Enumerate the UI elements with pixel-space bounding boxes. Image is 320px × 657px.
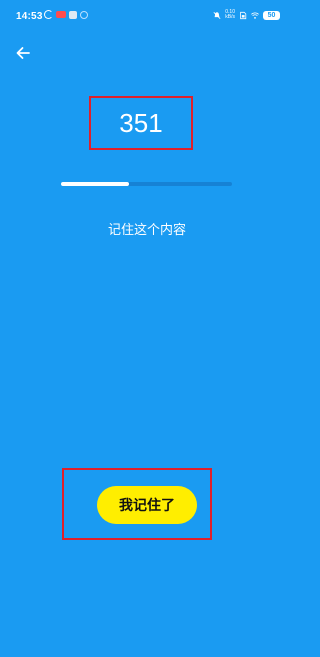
remembered-button[interactable]: 我记住了 bbox=[97, 486, 197, 524]
sim-card-icon bbox=[240, 11, 247, 19]
memory-number: 351 bbox=[119, 107, 163, 138]
progress-bar bbox=[61, 182, 232, 186]
notification-icons bbox=[44, 10, 88, 19]
status-right-icons: 0.10 kB/s 50 bbox=[213, 10, 280, 20]
back-button[interactable] bbox=[12, 42, 34, 64]
status-bar: 14:53 0.10 kB/s 50 bbox=[0, 0, 294, 28]
battery-indicator: 50 bbox=[263, 10, 280, 20]
status-time: 14:53 bbox=[16, 11, 43, 22]
sync-icon bbox=[44, 10, 53, 19]
number-highlight-box: 351 bbox=[89, 96, 193, 150]
instruction-text: 记住这个内容 bbox=[107, 223, 186, 238]
avatar-notification-icon bbox=[69, 10, 77, 19]
back-arrow-icon bbox=[16, 47, 30, 59]
wifi-icon bbox=[251, 12, 259, 19]
progress-fill bbox=[61, 182, 130, 186]
circle-notification-icon bbox=[80, 10, 88, 19]
mute-bell-icon bbox=[213, 11, 221, 19]
network-speed: 0.10 kB/s bbox=[225, 10, 235, 20]
app-notification-icon bbox=[56, 11, 66, 18]
network-speed-unit: kB/s bbox=[225, 14, 235, 20]
